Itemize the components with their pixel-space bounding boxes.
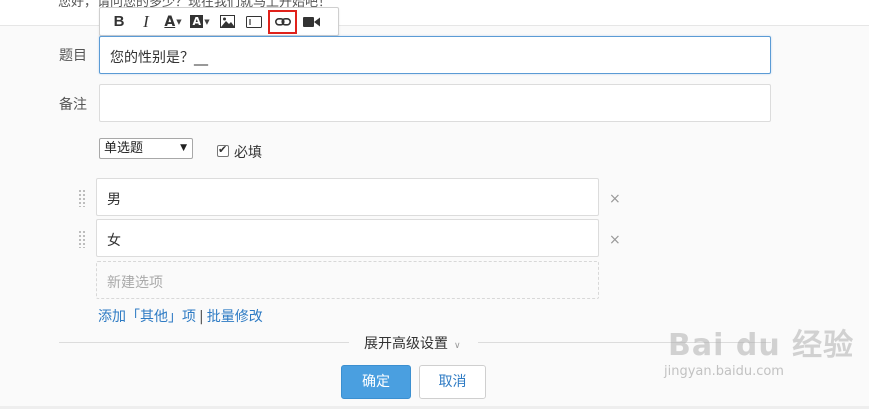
cancel-button[interactable]: 取消	[419, 365, 486, 399]
video-icon[interactable]	[298, 10, 324, 34]
checkmark-icon: ✔	[218, 143, 228, 156]
new-option-input[interactable]: 新建选项	[96, 261, 599, 299]
chevron-down-icon: ∨	[454, 341, 461, 351]
image-icon[interactable]	[214, 10, 240, 34]
add-other-link[interactable]: 添加「其他」项	[98, 309, 196, 325]
note-input[interactable]	[99, 84, 771, 122]
title-input[interactable]: 您的性别是？__	[99, 36, 771, 74]
question-type-value: 单选题	[104, 141, 144, 156]
background-color-caret-icon: ▼	[204, 17, 210, 26]
note-label: 备注	[59, 97, 87, 113]
drag-handle-icon[interactable]	[78, 230, 86, 248]
divider-left	[59, 342, 349, 343]
advanced-settings-toggle[interactable]: 展开高级设置 ∨	[364, 333, 461, 353]
watermark-brand: Bai du 经验	[668, 328, 855, 363]
font-color-icon[interactable]: A ▼	[160, 10, 186, 34]
font-color-caret-icon: ▼	[176, 17, 182, 26]
option-links: 添加「其他」项 | 批量修改	[98, 306, 263, 326]
baidu-watermark: Bai du 经验 jingyan.baidu.com	[660, 320, 860, 400]
title-input-value: 您的性别是？__	[110, 50, 208, 66]
required-label: 必填	[234, 145, 262, 161]
watermark-url: jingyan.baidu.com	[664, 364, 784, 379]
title-label: 题目	[59, 48, 87, 64]
italic-label: I	[143, 11, 149, 31]
option-input[interactable]: 男	[96, 178, 599, 216]
text-box-icon[interactable]	[241, 10, 267, 34]
drag-handle-icon[interactable]	[78, 189, 86, 207]
link-icon[interactable]	[268, 9, 297, 34]
advanced-settings-label: 展开高级设置	[364, 336, 448, 352]
confirm-button[interactable]: 确定	[341, 365, 411, 399]
option-value: 男	[107, 192, 121, 208]
remove-option-icon[interactable]: ×	[609, 191, 621, 207]
bold-label: B	[113, 13, 125, 30]
batch-edit-link[interactable]: 批量修改	[207, 309, 263, 325]
select-arrow-icon: ▼	[180, 143, 187, 153]
bold-icon[interactable]: B	[106, 10, 132, 34]
question-type-select[interactable]: 单选题 ▼	[99, 138, 193, 159]
option-input[interactable]: 女	[96, 219, 599, 257]
new-option-placeholder: 新建选项	[107, 275, 163, 291]
remove-option-icon[interactable]: ×	[609, 232, 621, 248]
link-separator: |	[199, 309, 204, 325]
option-value: 女	[107, 233, 121, 249]
rich-text-toolbar: B I A ▼ A ▼	[99, 7, 339, 36]
italic-icon[interactable]: I	[133, 10, 159, 34]
font-color-label: A	[164, 13, 176, 30]
background-color-label: A	[190, 15, 204, 28]
background-color-icon[interactable]: A ▼	[187, 10, 213, 34]
